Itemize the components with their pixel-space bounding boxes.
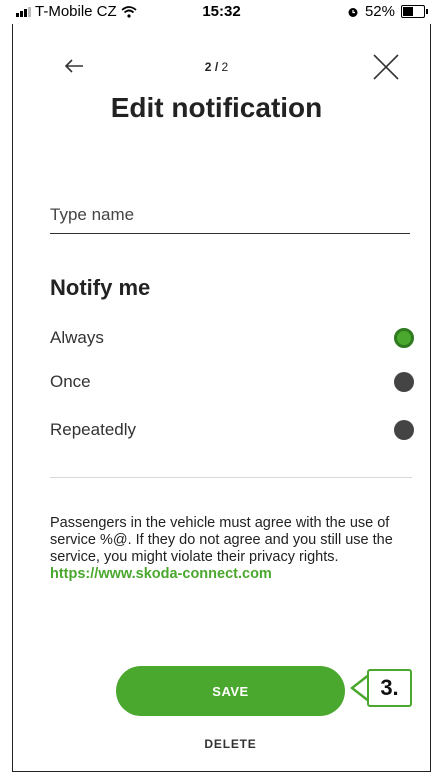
status-bar: T-Mobile CZ 15:32 52% [12, 0, 431, 24]
delete-button[interactable]: DELETE [116, 736, 345, 752]
battery-icon [401, 5, 428, 18]
option-label: Repeatedly [50, 420, 137, 439]
save-button[interactable]: SAVE [116, 666, 345, 716]
close-icon[interactable] [371, 52, 401, 82]
notify-me-title: Notify me [50, 275, 151, 300]
radio-unselected[interactable] [394, 372, 414, 392]
notice-text: Passengers in the vehicle must agree wit… [50, 515, 393, 565]
privacy-notice: Passengers in the vehicle must agree wit… [50, 515, 400, 583]
option-always[interactable]: Always [50, 323, 414, 353]
radio-unselected[interactable] [394, 420, 414, 440]
alarm-icon [348, 7, 358, 17]
option-repeatedly[interactable]: Repeatedly [50, 415, 414, 445]
status-right: 52% [347, 3, 428, 20]
radio-selected[interactable] [394, 328, 414, 348]
battery-fill [403, 7, 413, 16]
step-total: 2 [221, 60, 229, 74]
notification-name-input[interactable] [50, 196, 410, 234]
step-indicator: 2 / 2 [0, 60, 433, 74]
option-label: Always [50, 328, 104, 347]
option-once[interactable]: Once [50, 367, 414, 397]
step-separator: / [211, 60, 222, 74]
step-annotation-badge: 3. [367, 669, 412, 707]
skoda-connect-link[interactable]: https://www.skoda-connect.com [50, 566, 272, 582]
battery-percent: 52% [364, 3, 395, 20]
page-title: Edit notification [110, 92, 323, 123]
option-label: Once [50, 372, 91, 391]
divider [50, 477, 412, 478]
